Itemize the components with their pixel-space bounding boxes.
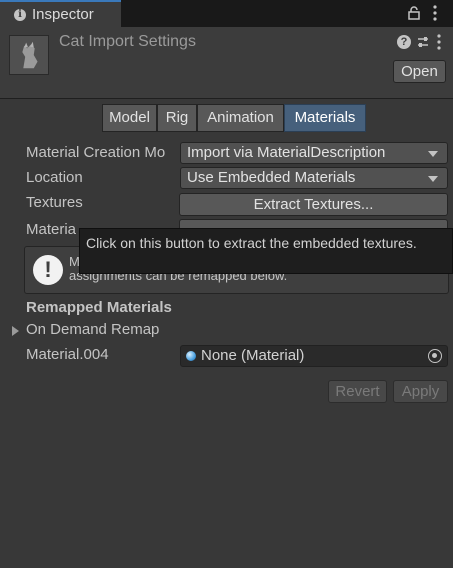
textures-label: Textures [26, 194, 83, 211]
kebab-menu-icon[interactable] [433, 5, 437, 21]
component-menu-icon[interactable] [437, 34, 441, 50]
tab-inspector[interactable]: i Inspector [0, 0, 121, 27]
warning-icon: ! [33, 255, 63, 285]
material-004-label: Material.004 [26, 346, 109, 363]
material-creation-mode-label: Material Creation Mo [26, 144, 166, 161]
tab-materials[interactable]: Materials [284, 104, 366, 132]
object-picker-icon[interactable] [428, 349, 442, 363]
revert-button[interactable]: Revert [328, 380, 387, 403]
location-label: Location [26, 169, 83, 186]
presets-icon[interactable] [416, 35, 430, 49]
location-value: Use Embedded Materials [187, 169, 356, 186]
chevron-down-icon [428, 176, 438, 182]
apply-button[interactable]: Apply [393, 380, 448, 403]
tab-inspector-label: Inspector [32, 6, 94, 23]
chevron-down-icon [428, 151, 438, 157]
remapped-materials-heading: Remapped Materials [26, 299, 172, 316]
material-creation-mode-dropdown[interactable]: Import via MaterialDescription [180, 142, 448, 164]
chevron-right-icon[interactable] [12, 326, 19, 336]
window-tabbar: i Inspector [0, 0, 453, 27]
help-icon[interactable]: ? [397, 35, 411, 49]
on-demand-remap-foldout[interactable]: On Demand Remap [26, 321, 159, 338]
materials-label: Materia [26, 221, 77, 238]
page-title: Cat Import Settings [59, 33, 196, 50]
tooltip: Click on this button to extract the embe… [79, 228, 453, 274]
tab-animation[interactable]: Animation [197, 104, 284, 132]
material-sphere-icon [186, 351, 196, 361]
tab-rig[interactable]: Rig [157, 104, 197, 132]
material-object-value: None (Material) [201, 347, 305, 364]
lock-icon[interactable] [408, 6, 420, 20]
extract-textures-button[interactable]: Extract Textures... [179, 193, 448, 216]
location-dropdown[interactable]: Use Embedded Materials [180, 167, 448, 189]
open-button[interactable]: Open [393, 60, 446, 83]
info-icon: i [14, 9, 26, 21]
inspector-header: Cat Import Settings ? Open [0, 27, 453, 99]
material-creation-mode-value: Import via MaterialDescription [187, 144, 386, 161]
material-object-field[interactable]: None (Material) [180, 345, 448, 367]
asset-thumbnail [9, 35, 49, 75]
tab-model[interactable]: Model [102, 104, 157, 132]
